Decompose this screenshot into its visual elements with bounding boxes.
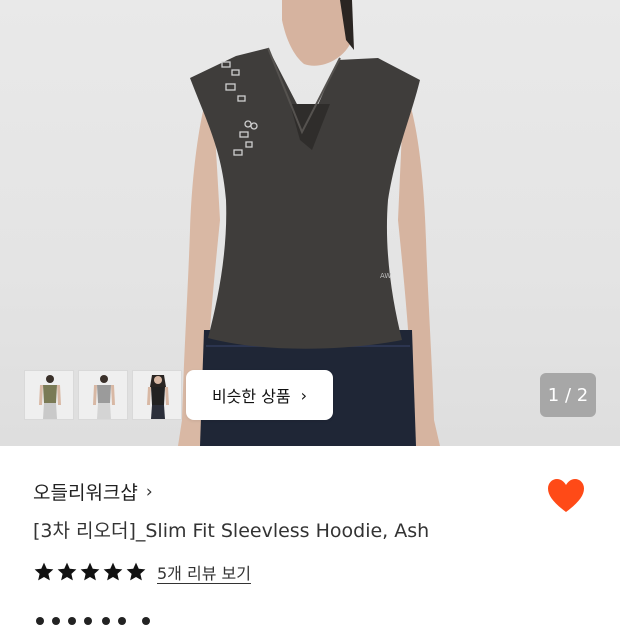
star-icon — [34, 562, 54, 581]
rating-row: 5개 리뷰 보기 — [33, 560, 251, 584]
thumbnail-strip — [24, 370, 182, 420]
chevron-right-icon: › — [300, 385, 308, 405]
star-icon — [57, 562, 77, 581]
star-icon — [126, 562, 146, 581]
similar-products-button[interactable]: 비슷한 상품 › — [186, 370, 333, 420]
price-row-cutoff — [30, 608, 230, 628]
product-title: [3차 리오더]_Slim Fit Sleevless Hoodie, Ash — [33, 520, 430, 542]
review-link[interactable]: 5개 리뷰 보기 — [157, 560, 251, 584]
similar-products-label: 비슷한 상품 — [211, 387, 291, 406]
product-image-gallery[interactable]: AW 비슷한 상품 › 1 / 2 — [0, 0, 620, 446]
brand-name: 오들리워크샵 — [33, 482, 138, 504]
image-pager: 1 / 2 — [540, 373, 596, 417]
thumbnail-black[interactable] — [132, 370, 182, 420]
star-rating — [33, 561, 147, 583]
brand-link[interactable]: 오들리워크샵 › — [33, 478, 153, 505]
chevron-right-icon: › — [145, 481, 153, 502]
thumbnail-olive[interactable] — [24, 370, 74, 420]
svg-text:AW: AW — [380, 272, 391, 280]
star-icon — [103, 562, 123, 581]
heart-icon[interactable] — [546, 476, 586, 516]
thumbnail-grey[interactable] — [78, 370, 128, 420]
star-icon — [80, 562, 100, 581]
